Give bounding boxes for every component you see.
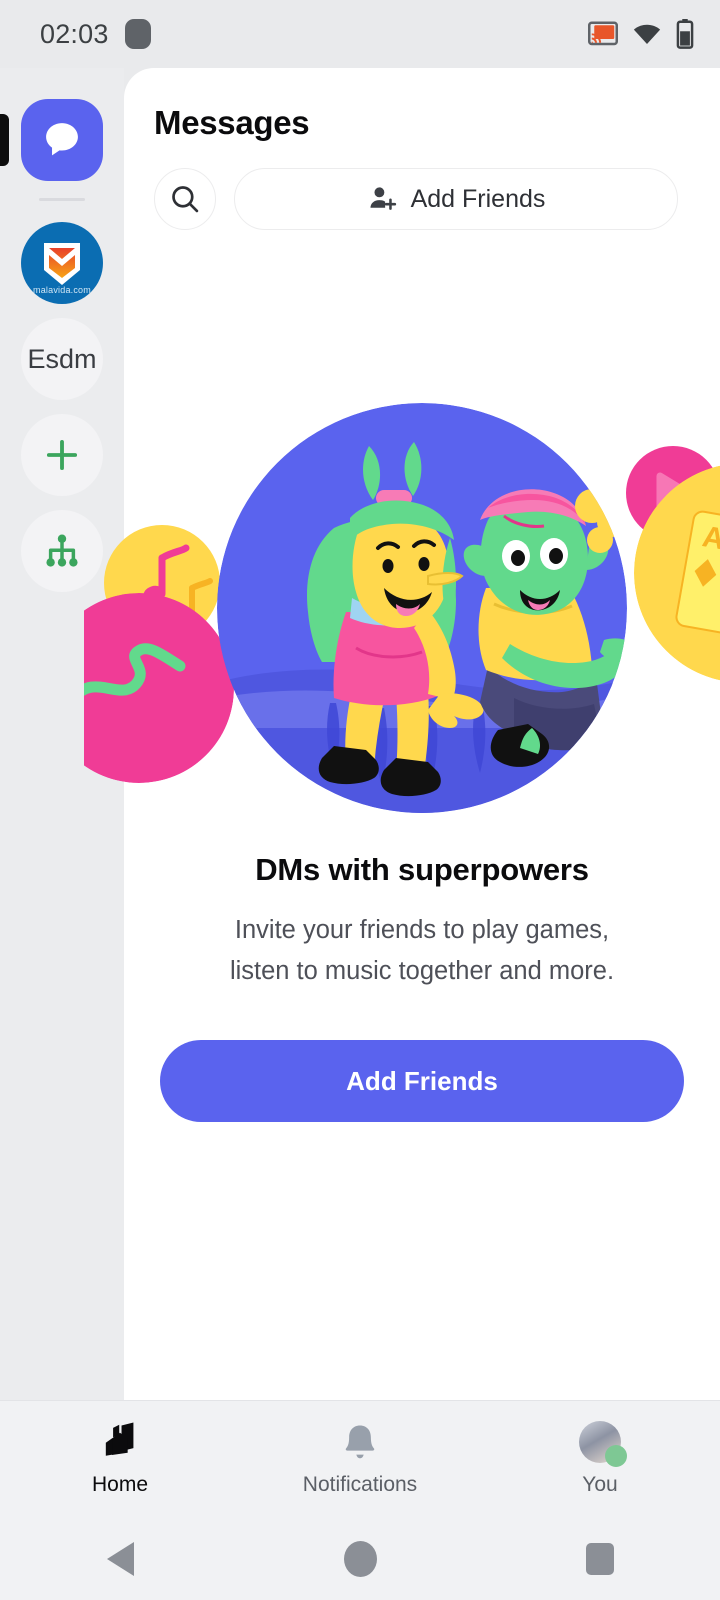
squiggle-badge-icon [84,593,234,783]
search-icon [168,182,202,216]
tab-you-label: You [582,1473,617,1497]
malavida-caption: malavida.com [21,285,103,295]
nav-recents-button[interactable] [480,1543,720,1575]
empty-state-title: DMs with superpowers [124,852,720,888]
tab-notifications-label: Notifications [303,1473,417,1497]
cast-icon [588,21,618,47]
hierarchy-icon [41,530,83,572]
sidebar-item-direct-messages[interactable] [0,92,124,188]
plus-icon [41,434,83,476]
add-friends-label: Add Friends [411,185,546,214]
sidebar-item-esdm[interactable]: Esdm [0,311,124,407]
empty-state-subtitle: Invite your friends to play games, liste… [124,910,720,992]
content-panel: Messages Add Friends [124,68,720,1400]
status-time: 02:03 [40,19,109,50]
status-bar: 02:03 [0,0,720,68]
home-icon [97,1419,143,1465]
tab-you[interactable]: You [480,1401,720,1497]
status-bar-right [588,19,694,49]
page-title: Messages [154,104,720,142]
active-indicator-pill [0,114,9,166]
wifi-icon [632,21,662,47]
bottom-tab-bar: Home Notifications You [0,1400,720,1518]
nav-home-button[interactable] [240,1541,480,1577]
server-avatar-malavida[interactable]: malavida.com [21,222,103,304]
android-navigation-bar [0,1518,720,1600]
tab-notifications[interactable]: Notifications [240,1401,480,1497]
nav-back-button[interactable] [0,1542,240,1576]
server-avatar-esdm[interactable]: Esdm [21,318,103,400]
dms-superpowers-artwork: A [84,398,720,828]
esdm-initials: Esdm [27,344,96,375]
empty-state-illustration: A [124,398,720,828]
add-friends-button-header[interactable]: Add Friends [234,168,678,230]
empty-state-subtitle-line2: listen to music together and more. [230,957,614,985]
avatar-icon [579,1419,621,1465]
malavida-logo-icon [34,235,90,291]
empty-state-subtitle-line1: Invite your friends to play games, [235,916,609,944]
sidebar-item-malavida[interactable]: malavida.com [0,215,124,311]
bell-icon [339,1419,381,1465]
recents-square-icon [586,1543,614,1575]
speech-bubble-icon [39,117,85,163]
header-actions: Add Friends [154,168,720,230]
tab-home-label: Home [92,1473,148,1497]
back-triangle-icon [107,1542,134,1576]
status-badge-online [605,1445,627,1467]
person-add-icon [367,183,399,215]
home-circle-icon [344,1541,377,1577]
add-friends-cta-button[interactable]: Add Friends [160,1040,684,1122]
camera-cutout-icon [125,19,151,49]
tab-home[interactable]: Home [0,1401,240,1497]
battery-icon [676,19,694,49]
search-button[interactable] [154,168,216,230]
status-bar-left: 02:03 [40,19,151,50]
rail-divider [39,198,85,201]
empty-state: A [124,398,720,1122]
dm-squircle[interactable] [21,99,103,181]
